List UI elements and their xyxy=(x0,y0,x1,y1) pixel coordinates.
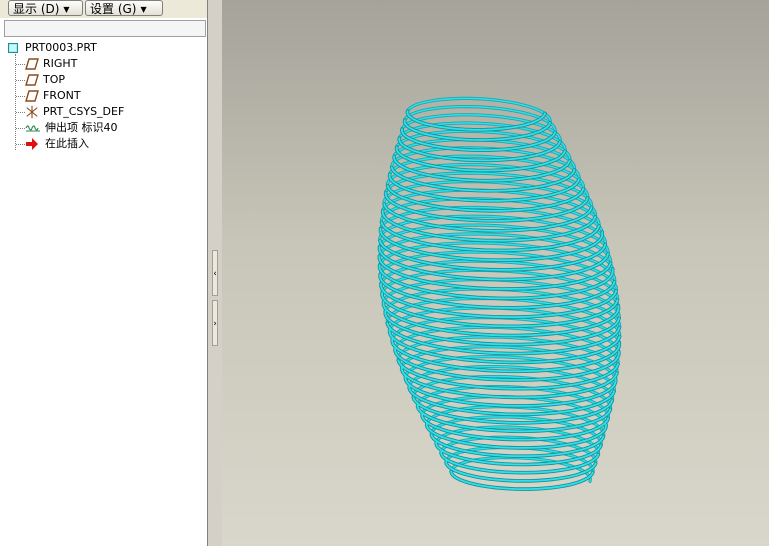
part-icon xyxy=(6,41,20,55)
helical-spring-model xyxy=(377,96,622,491)
tree-connector xyxy=(16,144,25,145)
chevron-down-icon: ▼ xyxy=(140,5,147,14)
collapse-left-button[interactable]: ‹ xyxy=(212,250,218,296)
tree-connector xyxy=(16,80,25,81)
tree-connector xyxy=(16,64,25,65)
tree-connector xyxy=(16,96,25,97)
tree-connector xyxy=(16,112,25,113)
sweep-protrusion-icon xyxy=(25,121,41,135)
graphics-viewport[interactable] xyxy=(222,0,769,546)
tree-item-label: RIGHT xyxy=(43,57,78,70)
chevron-down-icon: ▼ xyxy=(63,5,70,14)
panel-splitter[interactable]: ‹ › xyxy=(208,0,222,546)
tree-filter-bar[interactable] xyxy=(4,20,206,37)
coordinate-system-icon xyxy=(25,105,39,119)
tree-item-label: FRONT xyxy=(43,89,81,102)
datum-plane-icon xyxy=(25,73,39,87)
settings-menu-button[interactable]: 设置 (G) ▼ xyxy=(85,0,163,16)
tree-connector xyxy=(15,54,16,150)
tree-toolbar: 显示 (D) ▼ 设置 (G) ▼ xyxy=(0,0,208,18)
tree-item-label: TOP xyxy=(43,73,66,86)
display-menu-button[interactable]: 显示 (D) ▼ xyxy=(8,0,83,16)
model-tree-panel: 显示 (D) ▼ 设置 (G) ▼ PRT0003.PRT RIGHT TOP … xyxy=(0,0,208,546)
datum-plane-icon xyxy=(25,89,39,103)
settings-menu-label: 设置 (G) xyxy=(90,2,137,16)
tree-connector xyxy=(16,128,25,129)
datum-plane-icon xyxy=(25,57,39,71)
display-menu-label: 显示 (D) xyxy=(13,2,60,16)
tree-root-label: PRT0003.PRT xyxy=(25,41,97,54)
insert-here-arrow-icon xyxy=(25,137,39,151)
expand-right-button[interactable]: › xyxy=(212,300,218,346)
tree-item-label: 在此插入 xyxy=(45,137,89,150)
chevron-right-icon: › xyxy=(213,319,217,329)
chevron-left-icon: ‹ xyxy=(213,269,217,279)
tree-item-label: 伸出项 标识40 xyxy=(45,121,118,134)
tree-item-label: PRT_CSYS_DEF xyxy=(43,105,125,118)
